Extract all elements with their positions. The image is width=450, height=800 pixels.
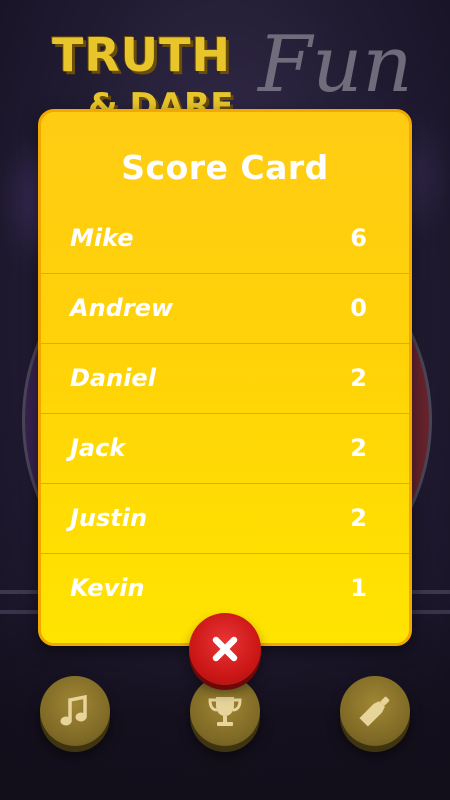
music-note-icon [60,694,87,726]
close-icon [212,636,238,662]
player-score: 2 [350,434,367,462]
close-button[interactable] [189,613,261,685]
score-row: Andrew 0 [41,274,409,344]
score-card-dialog: Score Card Mike 6 Andrew 0 Daniel 2 Jack… [38,109,412,646]
player-score: 0 [350,294,367,322]
music-button[interactable] [40,676,110,746]
player-score: 1 [350,574,367,602]
player-score: 2 [350,504,367,532]
player-name: Jack [70,434,126,462]
bottle-button[interactable] [340,676,410,746]
player-score: 6 [350,224,367,252]
logo-truth-text: TRUTH [52,28,232,82]
player-name: Daniel [70,364,156,392]
player-name: Mike [70,224,134,252]
score-card-title: Score Card [121,148,329,187]
trophy-icon [208,697,242,726]
player-name: Kevin [70,574,145,602]
score-row: Mike 6 [41,204,409,274]
trophy-button[interactable] [190,676,260,746]
bottle-icon [359,696,390,727]
player-name: Andrew [70,294,174,322]
player-score: 2 [350,364,367,392]
score-list: Mike 6 Andrew 0 Daniel 2 Jack 2 Justin 2… [41,204,409,624]
score-row: Justin 2 [41,484,409,554]
player-name: Justin [70,504,148,532]
score-row: Daniel 2 [41,344,409,414]
score-row: Jack 2 [41,414,409,484]
logo-fun-text: Fun [258,20,413,110]
